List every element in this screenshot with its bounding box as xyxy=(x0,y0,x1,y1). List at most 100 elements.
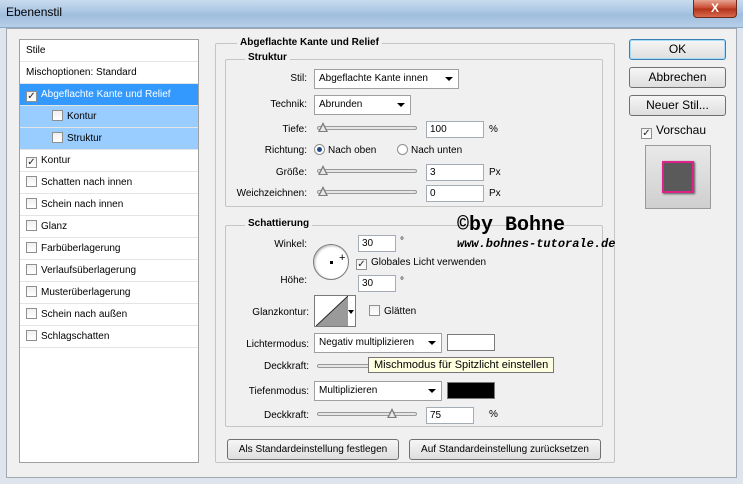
style-checkbox[interactable] xyxy=(52,132,63,143)
altitude-input[interactable]: 30 xyxy=(358,275,396,292)
technique-select[interactable]: Abrunden xyxy=(314,95,411,115)
style-item-outer-glow[interactable]: Schein nach außen xyxy=(20,304,198,326)
highlight-mode-value: Negativ multiplizieren xyxy=(319,337,415,348)
chevron-down-icon xyxy=(428,389,436,393)
style-checkbox[interactable]: ✓ xyxy=(26,157,37,168)
style-item-drop-shadow[interactable]: Schlagschatten xyxy=(20,326,198,348)
direction-down-radio[interactable]: Nach unten xyxy=(397,144,462,156)
soften-unit: Px xyxy=(489,188,501,199)
shadow-mode-value: Multiplizieren xyxy=(319,385,378,396)
shadow-color-swatch[interactable] xyxy=(447,382,495,399)
global-light-checkbox[interactable]: ✓ Globales Licht verwenden xyxy=(356,257,486,270)
window-title: Ebenenstil xyxy=(6,5,63,19)
shadow-opacity-unit: % xyxy=(489,409,498,420)
soften-slider-handle[interactable] xyxy=(318,186,328,196)
contour-preview-icon xyxy=(316,296,348,326)
style-checkbox[interactable] xyxy=(26,330,37,341)
direction-down-label: Nach unten xyxy=(411,145,463,156)
style-checkbox[interactable] xyxy=(26,286,37,297)
style-preview-thumbnail xyxy=(645,145,711,209)
checkbox-checked-icon: ✓ xyxy=(356,259,367,270)
altitude-label: Höhe: xyxy=(280,275,307,286)
depth-slider[interactable] xyxy=(317,126,417,130)
style-checkbox[interactable] xyxy=(26,264,37,275)
gloss-contour-picker[interactable] xyxy=(314,295,356,327)
soften-label: Weichzeichnen: xyxy=(236,188,307,199)
style-item-label: Schlagschatten xyxy=(41,331,110,342)
shadow-mode-select[interactable]: Multiplizieren xyxy=(314,381,442,401)
highlight-mode-label: Lichtermodus: xyxy=(246,339,309,350)
style-item-label: Mischoptionen: Standard xyxy=(26,67,137,78)
style-checkbox[interactable]: ✓ xyxy=(26,91,37,102)
style-checkbox[interactable] xyxy=(26,176,37,187)
styles-list-header[interactable]: Stile xyxy=(20,40,198,62)
style-item-label: Kontur xyxy=(67,111,97,122)
ok-button[interactable]: OK xyxy=(629,39,726,60)
radio-selected-icon xyxy=(314,144,325,155)
style-checkbox[interactable] xyxy=(26,242,37,253)
style-item-label: Struktur xyxy=(67,133,103,144)
angle-input[interactable]: 30 xyxy=(358,235,396,252)
style-item-bevel-emboss[interactable]: ✓ Abgeflachte Kante und Relief xyxy=(20,84,198,106)
checkbox-unchecked-icon xyxy=(369,305,380,316)
bevel-emboss-title: Abgeflachte Kante und Relief xyxy=(237,37,382,48)
make-default-button[interactable]: Als Standardeinstellung festlegen xyxy=(227,439,399,460)
shadow-opacity-input[interactable]: 75 xyxy=(426,407,474,424)
shadow-opacity-slider[interactable] xyxy=(317,412,417,416)
chevron-down-icon xyxy=(348,310,354,314)
style-item-color-overlay[interactable]: Farbüberlagerung xyxy=(20,238,198,260)
chevron-down-icon xyxy=(397,103,405,107)
anti-aliased-label: Glätten xyxy=(384,306,417,317)
depth-label: Tiefe: xyxy=(282,124,307,135)
style-item-blending-options[interactable]: Mischoptionen: Standard xyxy=(20,62,198,84)
style-item-inner-glow[interactable]: Schein nach innen xyxy=(20,194,198,216)
style-checkbox[interactable] xyxy=(26,220,37,231)
dialog-body: Stile Mischoptionen: Standard ✓ Abgeflach… xyxy=(6,28,737,478)
radio-unselected-icon xyxy=(397,144,408,155)
direction-up-label: Nach oben xyxy=(328,145,377,156)
tooltip: Mischmodus für Spitzlicht einstellen xyxy=(368,357,555,373)
angle-dial-center xyxy=(330,261,333,264)
angle-unit: ° xyxy=(400,236,404,247)
checkbox-checked-icon: ✓ xyxy=(641,128,652,139)
close-button[interactable]: X xyxy=(693,0,737,18)
style-select-value: Abgeflachte Kante innen xyxy=(319,73,428,84)
highlight-opacity-label: Deckkraft: xyxy=(263,361,309,372)
highlight-color-swatch[interactable] xyxy=(447,334,495,351)
style-select[interactable]: Abgeflachte Kante innen xyxy=(314,69,459,89)
style-item-label: Schein nach außen xyxy=(41,309,128,320)
depth-slider-handle[interactable] xyxy=(318,122,328,132)
style-checkbox[interactable] xyxy=(26,308,37,319)
size-label: Größe: xyxy=(275,167,307,178)
style-item-inner-shadow[interactable]: Schatten nach innen xyxy=(20,172,198,194)
highlight-mode-select[interactable]: Negativ multiplizieren xyxy=(314,333,442,353)
style-checkbox[interactable] xyxy=(26,198,37,209)
style-label: Stil: xyxy=(290,73,307,84)
styles-list: Stile Mischoptionen: Standard ✓ Abgeflach… xyxy=(19,39,199,463)
style-item-satin[interactable]: Glanz xyxy=(20,216,198,238)
cancel-button[interactable]: Abbrechen xyxy=(629,67,726,88)
new-style-button[interactable]: Neuer Stil... xyxy=(629,95,726,116)
size-slider-handle[interactable] xyxy=(318,165,328,175)
size-slider[interactable] xyxy=(317,169,417,173)
depth-input[interactable]: 100 xyxy=(426,121,484,138)
style-checkbox[interactable] xyxy=(52,110,63,121)
style-item-contour-sub[interactable]: Kontur xyxy=(20,106,198,128)
global-light-label: Globales Licht verwenden xyxy=(371,257,487,268)
reset-default-button[interactable]: Auf Standardeinstellung zurücksetzen xyxy=(409,439,601,460)
soften-slider[interactable] xyxy=(317,190,417,194)
style-item-gradient-overlay[interactable]: Verlaufsüberlagerung xyxy=(20,260,198,282)
size-input[interactable]: 3 xyxy=(426,164,484,181)
style-item-label: Schatten nach innen xyxy=(41,177,133,188)
shadow-opacity-slider-handle[interactable] xyxy=(387,408,397,418)
soften-input[interactable]: 0 xyxy=(426,185,484,202)
style-item-pattern-overlay[interactable]: Musterüberlagerung xyxy=(20,282,198,304)
style-item-texture-sub[interactable]: Struktur xyxy=(20,128,198,150)
style-item-label: Glanz xyxy=(41,221,68,232)
shadow-opacity-label: Deckkraft: xyxy=(263,410,309,421)
style-item-label: Schein nach innen xyxy=(41,199,124,210)
anti-aliased-checkbox[interactable]: Glätten xyxy=(369,305,416,317)
direction-up-radio[interactable]: Nach oben xyxy=(314,144,376,156)
preview-checkbox[interactable]: ✓ Vorschau xyxy=(641,123,706,139)
style-item-stroke[interactable]: ✓ Kontur xyxy=(20,150,198,172)
